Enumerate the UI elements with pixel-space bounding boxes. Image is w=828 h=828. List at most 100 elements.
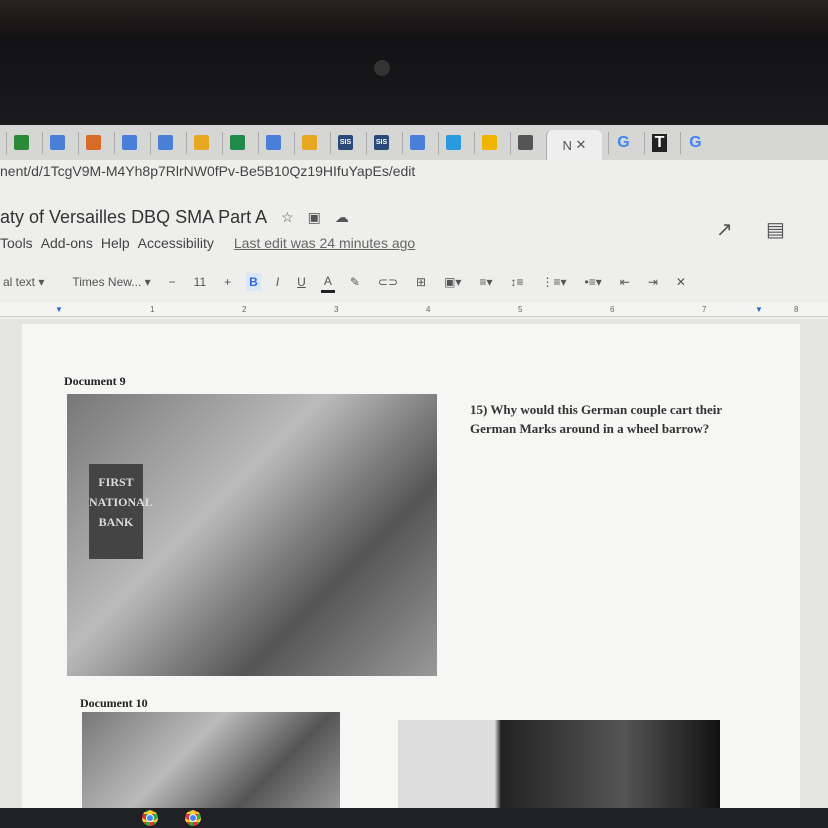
browser-tab[interactable] (6, 131, 36, 154)
document-9-heading: Document 9 (64, 374, 126, 388)
active-tab-label: N (562, 137, 572, 153)
cloud-status-icon[interactable]: ☁ (335, 209, 349, 226)
comment-add-icon[interactable]: ⊞ (413, 273, 429, 291)
document-10-heading: Document 10 (80, 696, 148, 710)
menu-addons[interactable]: Add-ons (41, 235, 93, 251)
drive-icon (482, 135, 497, 150)
activity-trend-icon[interactable]: ↗ (716, 217, 733, 242)
browser-tab[interactable]: SIS (366, 131, 396, 154)
menu-accessibility[interactable]: Accessibility (138, 235, 214, 251)
comments-icon[interactable]: ▤ (766, 217, 785, 242)
browser-tab[interactable] (402, 131, 432, 154)
bank-sign: FIRST NATIONAL BANK (89, 464, 153, 559)
tab-favicon-t: T (651, 133, 668, 152)
browser-tab[interactable]: G (680, 131, 710, 154)
font-select[interactable]: Times New... ▾ (69, 273, 153, 291)
clear-formatting-icon[interactable]: ✕ (673, 273, 689, 291)
classroom-icon (518, 135, 533, 150)
browser-tab[interactable] (186, 131, 216, 154)
ruler-tick-label: 1 (150, 305, 155, 314)
ruler-tick-label: 7 (702, 305, 707, 314)
link-icon[interactable]: ⊂⊃ (375, 273, 401, 291)
ruler[interactable]: ▼ ▼ 1 2 3 4 5 6 7 8 (0, 303, 828, 317)
ruler-tick-label: 4 (426, 305, 431, 314)
image-insert-icon[interactable]: ▣▾ (441, 273, 464, 291)
font-size-decrease[interactable]: − (166, 273, 179, 291)
last-edit-link[interactable]: Last edit was 24 minutes ago (234, 235, 415, 251)
browser-tab[interactable] (114, 131, 144, 154)
italic-button[interactable]: I (273, 273, 282, 291)
tab-favicon-g: G (617, 133, 630, 151)
right-indent-marker[interactable]: ▼ (755, 305, 763, 314)
text-color-button[interactable]: A (320, 272, 335, 293)
browser-tab[interactable]: G (608, 131, 638, 154)
compass-icon (446, 135, 461, 150)
document-10-photo-2 (398, 720, 720, 812)
gmail-icon (14, 135, 29, 150)
underline-button[interactable]: U (294, 273, 309, 291)
ruler-tick-label: 2 (242, 305, 247, 314)
font-label: Times New... (72, 275, 142, 289)
star-icon[interactable]: ☆ (281, 209, 294, 226)
style-select[interactable]: al text ▾ (0, 273, 47, 291)
browser-tab[interactable] (294, 131, 324, 154)
docs-icon (50, 135, 65, 150)
style-label: al text (3, 275, 36, 289)
align-icon[interactable]: ≡▾ (476, 273, 495, 291)
browser-tab[interactable] (474, 131, 504, 154)
person-icon (86, 135, 101, 150)
ruler-tick-label: 6 (610, 305, 615, 314)
browser-tab[interactable] (78, 131, 108, 154)
highlight-icon[interactable]: ✎ (347, 273, 363, 291)
active-tab[interactable]: N ✕ (546, 130, 602, 160)
menu-bar: Tools Add-ons Help Accessibility Last ed… (0, 235, 415, 251)
sis-icon: SIS (374, 135, 389, 150)
left-indent-marker[interactable]: ▼ (55, 305, 63, 314)
address-bar[interactable]: nent/d/1TcgV9M-M4Yh8p7RlrNW0fPv-Be5B10Qz… (0, 163, 415, 179)
font-size-increase[interactable]: + (221, 273, 234, 291)
close-tab-icon[interactable]: ✕ (576, 137, 587, 153)
taskbar (0, 808, 828, 828)
decrease-indent-icon[interactable]: ⇤ (617, 273, 633, 291)
sheets-plus-icon (230, 135, 245, 150)
document-canvas: Document 9 FIRST NATIONAL BANK 15) Why w… (0, 319, 828, 814)
doc-title[interactable]: aty of Versailles DBQ SMA Part A (0, 207, 267, 228)
browser-tab[interactable] (510, 131, 540, 154)
browser-tab[interactable] (222, 131, 252, 154)
bulleted-list-icon[interactable]: •≡▾ (582, 273, 605, 291)
increase-indent-icon[interactable]: ⇥ (645, 273, 661, 291)
formatting-toolbar: al text ▾ Times New... ▾ − 11 + B I U A … (0, 268, 828, 296)
document-10-photo-1 (82, 712, 340, 812)
docs-icon (410, 135, 425, 150)
browser-tab[interactable] (438, 131, 468, 154)
browser-tab[interactable]: SIS (330, 131, 360, 154)
screen: SIS SIS N ✕ G T G nent/d/1TcgV9M-M4Yh8p7RlrNW… (0, 125, 828, 814)
tab-favicon-g: G (689, 133, 702, 151)
docs-icon (122, 135, 137, 150)
chrome-icon[interactable] (142, 810, 158, 826)
chrome-icon[interactable] (185, 810, 201, 826)
docs-icon (266, 135, 281, 150)
bold-button[interactable]: B (246, 273, 261, 291)
doc-title-row: aty of Versailles DBQ SMA Part A ☆ ▣ ☁ (0, 207, 349, 228)
question-15: 15) Why would this German couple cart th… (470, 402, 722, 436)
ruler-tick-label: 3 (334, 305, 339, 314)
browser-tab[interactable]: T (644, 131, 674, 154)
browser-tab[interactable] (150, 131, 180, 154)
line-spacing-icon[interactable]: ↕≡ (507, 273, 526, 291)
document-page[interactable]: Document 9 FIRST NATIONAL BANK 15) Why w… (22, 324, 800, 814)
browser-tab[interactable] (42, 131, 72, 154)
slides-icon (302, 135, 317, 150)
laptop-bezel (0, 0, 828, 125)
sis-icon: SIS (338, 135, 353, 150)
move-folder-icon[interactable]: ▣ (308, 209, 321, 226)
numbered-list-icon[interactable]: ⋮≡▾ (539, 273, 570, 291)
webcam (374, 60, 390, 76)
menu-help[interactable]: Help (101, 235, 130, 251)
browser-tab-strip: SIS SIS N ✕ G T G (0, 125, 828, 160)
ruler-tick-label: 5 (518, 305, 523, 314)
browser-tab[interactable] (258, 131, 288, 154)
docs-icon (158, 135, 173, 150)
menu-tools[interactable]: Tools (0, 235, 33, 251)
font-size-input[interactable]: 11 (191, 273, 209, 291)
